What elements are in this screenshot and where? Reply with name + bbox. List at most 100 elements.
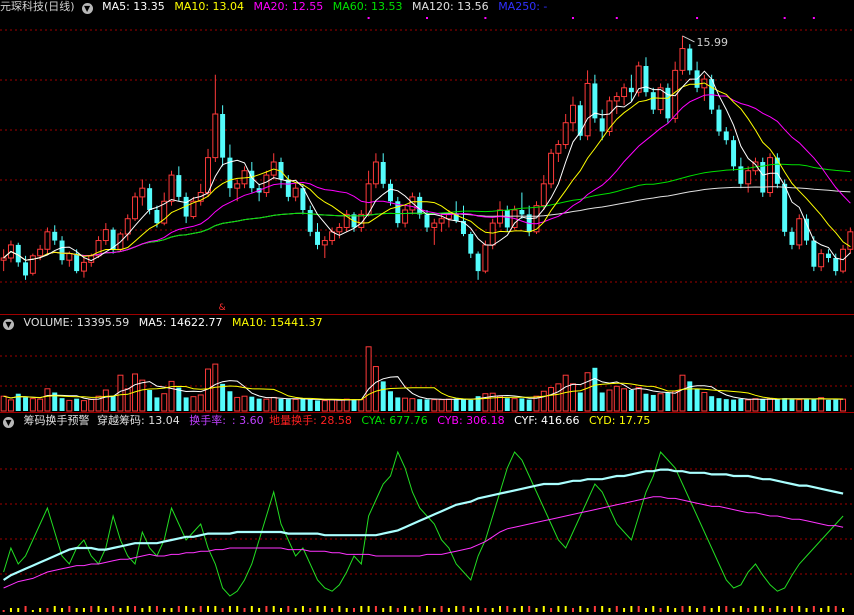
turnover-tick (820, 608, 823, 612)
volume-bar-up (409, 398, 416, 412)
turnover-tick (761, 606, 764, 612)
cya-label: CYA: 677.76 (361, 414, 428, 427)
volume-bar-up (66, 399, 73, 412)
volume-bar-down (388, 391, 393, 411)
volume-bar-up (263, 398, 270, 412)
volume-bar-up (438, 399, 445, 412)
turnover-tick (75, 608, 78, 612)
turnover-tick (243, 608, 246, 612)
volume-bar-down (577, 392, 583, 411)
turnover-tick (170, 608, 173, 612)
volume-bar-down (628, 390, 634, 411)
volume-bar-down (687, 381, 693, 411)
turnover-tick (579, 606, 582, 612)
candle-up (548, 152, 555, 185)
turnover-tick (666, 606, 669, 612)
volume-bar-up (117, 374, 124, 412)
volume-bar-down (227, 391, 233, 411)
panel-divider (0, 314, 854, 315)
turnover-tick (192, 608, 195, 612)
turnover-tick (703, 606, 706, 612)
volume-bar-down (789, 398, 795, 411)
volume-bar-up (124, 388, 131, 412)
candle-up (431, 222, 438, 228)
signal-marker: & (219, 303, 226, 313)
volume-bar-up (431, 399, 438, 412)
candle-down (577, 105, 583, 136)
turnover-tick (725, 606, 728, 612)
turnover-tick (732, 608, 735, 612)
turnover-tick (90, 606, 93, 612)
candle-up (234, 183, 241, 189)
volume-bar-up (570, 383, 576, 412)
volume-bar-up (37, 398, 44, 412)
chevron-down-icon[interactable]: ▼ (81, 3, 93, 14)
turnover-tick (24, 606, 27, 612)
volume-bar-down (760, 399, 766, 411)
turnover-tick (250, 606, 253, 612)
turnover-tick (53, 606, 56, 612)
candle-up (212, 113, 219, 159)
indicator-chart[interactable] (0, 414, 854, 615)
candle-down (154, 210, 160, 224)
turnover-tick (104, 608, 107, 612)
turnover-tick (440, 606, 443, 612)
candlestick-chart[interactable]: 15.99 & (0, 0, 854, 315)
signal-dot (367, 17, 370, 19)
price-panel[interactable]: 元琛科技(日线) ▼ MA5: 13.35 MA10: 13.04 MA20: 1… (0, 0, 854, 315)
volume-bar-up (336, 399, 343, 412)
volume-bar-up (511, 398, 518, 412)
volume-panel[interactable]: ▼ VOLUME: 13395.59 MA5: 14622.77 MA10: 1… (0, 316, 854, 413)
candle-up (679, 48, 686, 71)
turnover-tick (68, 606, 71, 612)
volume-bar-down (183, 397, 189, 411)
volume-bar-up (752, 398, 759, 412)
turnover-tick (287, 606, 290, 612)
candle-down (650, 92, 656, 110)
volume-bar-up (613, 385, 620, 412)
volume-bar-down (519, 398, 525, 411)
candle-down (687, 48, 693, 71)
turnover-tick (455, 606, 458, 612)
volume-bar-up (555, 383, 562, 412)
ma20-label: MA20: 12.55 (253, 0, 324, 13)
turnover-tick (207, 606, 210, 612)
cyd-label: CYD: 17.75 (589, 414, 651, 427)
turnover-tick (601, 606, 604, 612)
turnover-tick (790, 606, 793, 612)
candle-up (562, 122, 569, 146)
turnover-tick (141, 608, 144, 612)
volume-bar-up (329, 399, 336, 412)
chevron-down-icon[interactable]: ▼ (3, 319, 14, 330)
candle-down (628, 87, 634, 93)
price-header: 元琛科技(日线) ▼ MA5: 13.35 MA10: 13.04 MA20: 1… (0, 0, 553, 14)
volume-chart[interactable] (0, 316, 854, 413)
turnover-tick (776, 606, 779, 612)
turnover-tick (323, 606, 326, 612)
volume-bar-down (723, 399, 729, 411)
indicator-panel[interactable]: ▼ 筹码换手预警 穿越筹码: 13.04 换手率:: 3.60 地量换手: 28… (0, 414, 854, 615)
volume-bar-down (278, 398, 284, 411)
volume-bar-up (584, 372, 591, 412)
volume-bar-up (701, 391, 708, 412)
turnover-tick (17, 608, 20, 612)
candle-up (584, 82, 591, 137)
candle-up (263, 174, 270, 194)
volume-bar-down (738, 398, 744, 411)
turnover-tick (228, 606, 231, 612)
signal-dot (426, 17, 428, 19)
turnover-tick (345, 608, 348, 612)
volume-bar-up (672, 390, 679, 412)
chevron-down-icon[interactable]: ▼ (3, 417, 14, 428)
cross-label: 穿越筹码: 13.04 (97, 414, 180, 427)
turnover-tick (367, 606, 370, 612)
cyf-label: CYF: 416.66 (514, 414, 580, 427)
turnover-tick (148, 606, 151, 612)
candle-up (438, 218, 445, 224)
volume-bar-up (679, 374, 686, 412)
turnover-tick (615, 606, 618, 612)
volume-bar-up (402, 397, 409, 412)
volume-bar-up (241, 395, 248, 412)
turnover-tick (630, 606, 633, 612)
volume-bar-up (80, 400, 87, 412)
